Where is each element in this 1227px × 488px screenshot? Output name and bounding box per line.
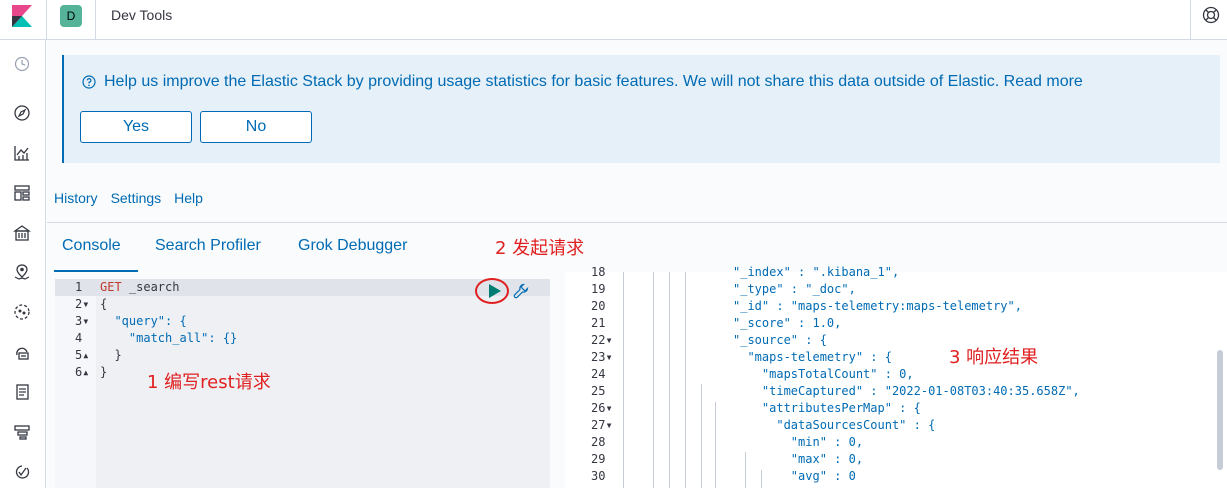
code-line: "_type" : "_doc", — [733, 282, 856, 296]
line-number: 3▾ — [75, 314, 90, 328]
canvas-icon[interactable] — [13, 224, 31, 242]
indent-guide — [685, 272, 686, 488]
space-avatar[interactable]: D — [60, 5, 82, 27]
code-line: "_id" : "maps-telemetry:maps-telemetry", — [733, 299, 1022, 313]
annotation-response-result: 3 响应结果 — [949, 347, 1039, 368]
tabs-divider — [47, 222, 1227, 223]
response-output: 18 19 20 21 22▾ 23▾ 24 25 26▾ 27▾ 28 29 … — [565, 265, 1227, 488]
indent-guide — [701, 384, 702, 488]
code-line: "dataSourcesCount" : { — [733, 418, 936, 432]
line-number: 18 — [591, 265, 606, 279]
tab-console[interactable]: Console — [62, 237, 121, 255]
code-line: } — [100, 365, 108, 379]
side-nav — [0, 40, 46, 488]
code-line: "mapsTotalCount" : 0, — [733, 367, 914, 381]
header-divider — [95, 0, 96, 40]
help-menu-icon[interactable] — [1202, 6, 1220, 24]
code-line: "avg" : 0 — [733, 469, 856, 483]
header-divider — [46, 0, 47, 40]
line-number: 30 — [591, 469, 606, 483]
uptime-icon[interactable] — [13, 463, 31, 481]
page-title: Dev Tools — [111, 7, 173, 23]
code-line: "match_all": {} — [100, 331, 238, 345]
callout-text: Help us improve the Elastic Stack by pro… — [104, 73, 1083, 90]
code-line: "max" : 0, — [733, 452, 864, 466]
request-editor[interactable]: 1 2▾ 3▾ 4 5▴ 6▴ GET _search { "query": {… — [55, 279, 550, 488]
help-link[interactable]: Help — [174, 190, 203, 206]
kibana-logo-icon[interactable] — [12, 5, 32, 27]
yes-button[interactable]: Yes — [80, 111, 192, 143]
code-line: "_index" : ".kibana_1", — [733, 265, 900, 279]
code-line: "query": { — [100, 314, 187, 328]
history-link[interactable]: History — [54, 190, 98, 206]
code-line: "min" : 0, — [733, 435, 864, 449]
question-circle-icon — [82, 75, 96, 89]
code-line: "_score" : 1.0, — [733, 316, 842, 330]
code-line: "timeCaptured" : "2022-01-08T03:40:35.65… — [733, 384, 1080, 398]
ml-icon[interactable] — [13, 303, 31, 321]
visualize-icon[interactable] — [13, 144, 31, 162]
code-line: } — [100, 348, 122, 362]
apm-icon[interactable] — [13, 423, 31, 441]
indent-guide — [669, 272, 670, 488]
callout-message: Help us improve the Elastic Stack by pro… — [82, 73, 1083, 91]
indent-guide — [715, 402, 716, 488]
dashboard-icon[interactable] — [13, 184, 31, 202]
active-tab-indicator — [54, 270, 138, 272]
annotation-send-request: 2 发起请求 — [495, 238, 585, 259]
line-number: 5▴ — [75, 348, 90, 362]
compass-icon[interactable] — [13, 104, 31, 122]
code-line: "attributesPerMap" : { — [733, 401, 921, 415]
line-number: 4 — [75, 331, 83, 345]
line-number: 24 — [591, 367, 606, 381]
telemetry-callout: Help us improve the Elastic Stack by pro… — [62, 55, 1220, 163]
wrench-icon[interactable] — [513, 283, 529, 299]
line-number: 1 — [75, 280, 83, 294]
logs-icon[interactable] — [13, 383, 31, 401]
code-line: "_source" : { — [733, 333, 827, 347]
response-scrollbar[interactable] — [1217, 350, 1223, 470]
line-number: 28 — [591, 435, 606, 449]
indent-guide — [623, 272, 624, 488]
no-button[interactable]: No — [200, 111, 312, 143]
line-number: 6▴ — [75, 365, 90, 379]
header-divider — [1190, 0, 1191, 40]
clock-icon[interactable] — [13, 55, 31, 73]
code-line: { — [100, 297, 108, 311]
annotation-write-request: 1 编写rest请求 — [147, 372, 271, 393]
console-top-nav: History Settings Help — [54, 190, 203, 206]
top-header: D Dev Tools — [0, 0, 1227, 40]
line-number: 26▾ — [591, 401, 613, 415]
line-number: 25 — [591, 384, 606, 398]
line-number: 20 — [591, 299, 606, 313]
line-number: 27▾ — [591, 418, 613, 432]
indent-guide — [653, 272, 654, 488]
line-number: 19 — [591, 282, 606, 296]
maps-icon[interactable] — [13, 263, 31, 281]
code-line: GET _search — [100, 280, 180, 294]
play-icon[interactable] — [488, 283, 502, 299]
tab-search-profiler[interactable]: Search Profiler — [155, 237, 261, 255]
http-method: GET — [100, 280, 122, 294]
line-number: 21 — [591, 316, 606, 330]
main-content: Help us improve the Elastic Stack by pro… — [47, 40, 1227, 488]
tab-grok-debugger[interactable]: Grok Debugger — [298, 237, 407, 255]
line-number: 23▾ — [591, 350, 613, 364]
line-number: 29 — [591, 452, 606, 466]
settings-link[interactable]: Settings — [111, 190, 162, 206]
line-number: 22▾ — [591, 333, 613, 347]
code-line: "maps-telemetry" : { — [733, 350, 892, 364]
line-number: 2▾ — [75, 297, 90, 311]
infrastructure-icon[interactable] — [13, 343, 31, 361]
